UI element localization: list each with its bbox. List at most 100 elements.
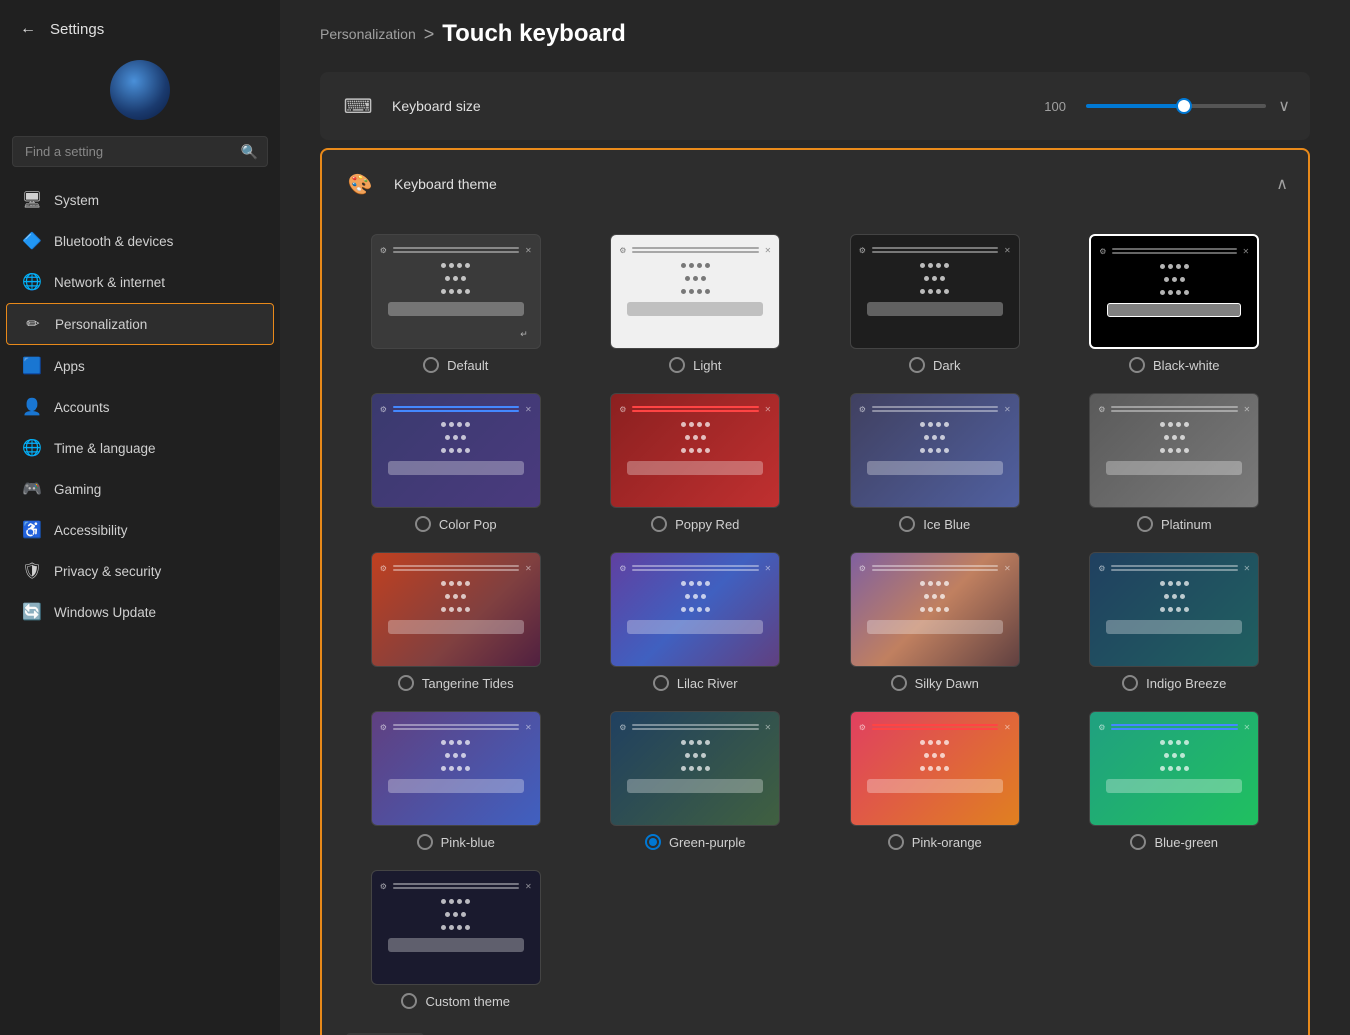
theme-item-default[interactable]: ⚙✕ ↵ Default [346,234,566,373]
theme-name-platinum: Platinum [1161,517,1212,532]
theme-preview-default: ⚙✕ ↵ [371,234,541,349]
sidebar-item-update[interactable]: 🔄 Windows Update [6,592,274,632]
back-button[interactable]: ← [16,16,40,42]
theme-item-pinkblue[interactable]: ⚙✕ Pink-blue [346,711,566,850]
theme-item-pinkorange[interactable]: ⚙✕ Pink-orange [825,711,1045,850]
theme-item-blackwhite[interactable]: ⚙✕ Black-white [1065,234,1285,373]
sidebar-item-label: System [54,193,99,208]
keyboard-theme-card: 🎨 Keyboard theme ∧ ⚙✕ ↵ Default [320,148,1310,1035]
radio-light[interactable] [669,357,685,373]
sidebar-item-bluetooth[interactable]: 🔷 Bluetooth & devices [6,221,274,261]
sidebar-item-accounts[interactable]: 👤 Accounts [6,387,274,427]
theme-name-bluegreen: Blue-green [1154,835,1218,850]
radio-custom[interactable] [401,993,417,1009]
radio-poppyred[interactable] [651,516,667,532]
theme-name-custom: Custom theme [425,994,510,1009]
radio-platinum[interactable] [1137,516,1153,532]
search-input[interactable] [12,136,268,167]
theme-preview-bluegreen: ⚙✕ [1089,711,1259,826]
theme-name-pinkblue: Pink-blue [441,835,495,850]
theme-preview-iceblue: ⚙✕ [850,393,1020,508]
sidebar-item-label: Personalization [55,317,147,332]
theme-item-greenpurple[interactable]: ⚙✕ Green-purple [586,711,806,850]
search-box: 🔍 [12,136,268,167]
theme-preview-silky: ⚙✕ [850,552,1020,667]
sidebar-item-label: Privacy & security [54,564,161,579]
breadcrumb-separator: > [424,24,435,45]
theme-item-lilac[interactable]: ⚙✕ Lilac River [586,552,806,691]
theme-name-indigo: Indigo Breeze [1146,676,1226,691]
theme-item-colorpop[interactable]: ⚙✕ Color Pop [346,393,566,532]
theme-item-poppyred[interactable]: ⚙✕ Poppy Red [586,393,806,532]
radio-tangerine[interactable] [398,675,414,691]
keyboard-size-icon: ⌨ [340,88,376,124]
sidebar-item-accessibility[interactable]: ♿ Accessibility [6,510,274,550]
system-icon: 🖥 [22,190,42,210]
theme-item-custom[interactable]: ⚙✕ Custom theme [346,870,566,1009]
keyboard-size-row[interactable]: ⌨ Keyboard size 100 ∨ [320,72,1310,140]
theme-item-bluegreen[interactable]: ⚙✕ Blue-green [1065,711,1285,850]
radio-bw[interactable] [1129,357,1145,373]
keyboard-size-slider[interactable] [1086,104,1266,108]
radio-colorpop[interactable] [415,516,431,532]
theme-preview-bw: ⚙✕ [1089,234,1259,349]
theme-preview-poppyred: ⚙✕ [610,393,780,508]
theme-preview-pinkblue: ⚙✕ [371,711,541,826]
keyboard-size-controls: 100 ∨ [1044,96,1290,116]
radio-silky[interactable] [891,675,907,691]
keyboard-theme-header[interactable]: 🎨 Keyboard theme ∧ [322,150,1308,218]
apps-icon: 🟦 [22,356,42,376]
slider-value: 100 [1044,99,1074,114]
chevron-up-icon: ∧ [1276,174,1288,194]
theme-name-tangerine: Tangerine Tides [422,676,514,691]
radio-pinkorange[interactable] [888,834,904,850]
radio-dark[interactable] [909,357,925,373]
sidebar-item-gaming[interactable]: 🎮 Gaming [6,469,274,509]
sidebar-item-label: Time & language [54,441,156,456]
sidebar-item-apps[interactable]: 🟦 Apps [6,346,274,386]
sidebar-item-label: Bluetooth & devices [54,234,173,249]
accounts-icon: 👤 [22,397,42,417]
radio-default[interactable] [423,357,439,373]
chevron-down-icon: ∨ [1278,96,1290,116]
slider-container [1086,104,1266,108]
radio-greenpurple[interactable] [645,834,661,850]
theme-item-light[interactable]: ⚙✕ Light [586,234,806,373]
radio-indigo[interactable] [1122,675,1138,691]
theme-icon: 🎨 [342,166,378,202]
theme-name-iceblue: Ice Blue [923,517,970,532]
privacy-icon: 🛡 [22,561,42,581]
sidebar-item-personalization[interactable]: ✏ Personalization [6,303,274,345]
theme-preview-dark: ⚙✕ [850,234,1020,349]
accessibility-icon: ♿ [22,520,42,540]
radio-bluegreen[interactable] [1130,834,1146,850]
sidebar-item-privacy[interactable]: 🛡 Privacy & security [6,551,274,591]
theme-preview-greenpurple: ⚙✕ [610,711,780,826]
avatar [110,60,170,120]
theme-item-silky[interactable]: ⚙✕ Silky Dawn [825,552,1045,691]
theme-name-silky: Silky Dawn [915,676,979,691]
theme-name-poppyred: Poppy Red [675,517,739,532]
sidebar-item-network[interactable]: 🌐 Network & internet [6,262,274,302]
sidebar-item-label: Gaming [54,482,101,497]
theme-item-iceblue[interactable]: ⚙✕ Ice Blue [825,393,1045,532]
theme-preview-colorpop: ⚙✕ [371,393,541,508]
breadcrumb-parent[interactable]: Personalization [320,26,416,42]
theme-item-indigo[interactable]: ⚙✕ Indigo Breeze [1065,552,1285,691]
gaming-icon: 🎮 [22,479,42,499]
radio-lilac[interactable] [653,675,669,691]
sidebar-item-time[interactable]: 🌐 Time & language [6,428,274,468]
theme-item-platinum[interactable]: ⚙✕ Platinum [1065,393,1285,532]
sidebar-nav: 🖥 System 🔷 Bluetooth & devices 🌐 Network… [0,179,280,633]
theme-preview-custom: ⚙✕ [371,870,541,985]
main-content: Personalization > Touch keyboard ⌨ Keybo… [280,0,1350,1035]
radio-iceblue[interactable] [899,516,915,532]
radio-pinkblue[interactable] [417,834,433,850]
personalization-icon: ✏ [23,314,43,334]
theme-item-tangerine[interactable]: ⚙✕ Tangerine Tides [346,552,566,691]
theme-grid: ⚙✕ ↵ Default ⚙✕ [322,218,1308,1033]
theme-item-dark[interactable]: ⚙✕ Dark [825,234,1045,373]
sidebar-item-system[interactable]: 🖥 System [6,180,274,220]
time-icon: 🌐 [22,438,42,458]
theme-name-dark: Dark [933,358,960,373]
